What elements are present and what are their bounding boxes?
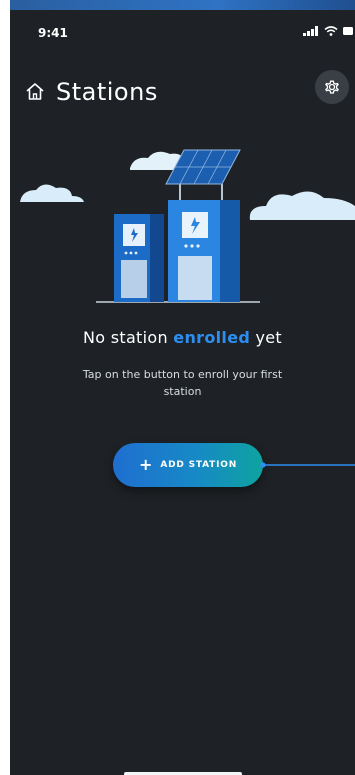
empty-state-description: Tap on the button to enroll your first s…: [82, 368, 283, 398]
battery-icon: [343, 27, 353, 35]
status-time: 9:41: [38, 26, 68, 40]
wifi-icon: [324, 26, 338, 36]
status-bar: 9:41: [10, 10, 355, 54]
header: Stations: [24, 72, 158, 112]
empty-title-highlight: enrolled: [173, 328, 251, 347]
add-station-button[interactable]: + ADD STATION: [113, 443, 263, 487]
gear-icon: [325, 80, 339, 94]
cloud-left: [20, 184, 84, 202]
stations-screen: 9:41 Stations No station enrolled yet Ta…: [10, 10, 355, 775]
top-accent-bar: [10, 0, 355, 10]
cloud-right: [249, 191, 355, 220]
empty-state-title: No station enrolled yet: [10, 328, 355, 347]
status-icons: [303, 26, 353, 36]
add-station-label: ADD STATION: [160, 460, 238, 470]
settings-button[interactable]: [315, 70, 349, 104]
home-icon[interactable]: [24, 81, 46, 103]
empty-title-part-1: No station: [83, 328, 174, 347]
cellular-signal-icon: [303, 26, 318, 36]
plus-icon: +: [138, 455, 153, 474]
page-title: Stations: [56, 78, 158, 106]
charging-stations-illustration: [20, 149, 355, 303]
empty-title-part-2: yet: [250, 328, 282, 347]
callout-pointer-line: [260, 462, 355, 468]
